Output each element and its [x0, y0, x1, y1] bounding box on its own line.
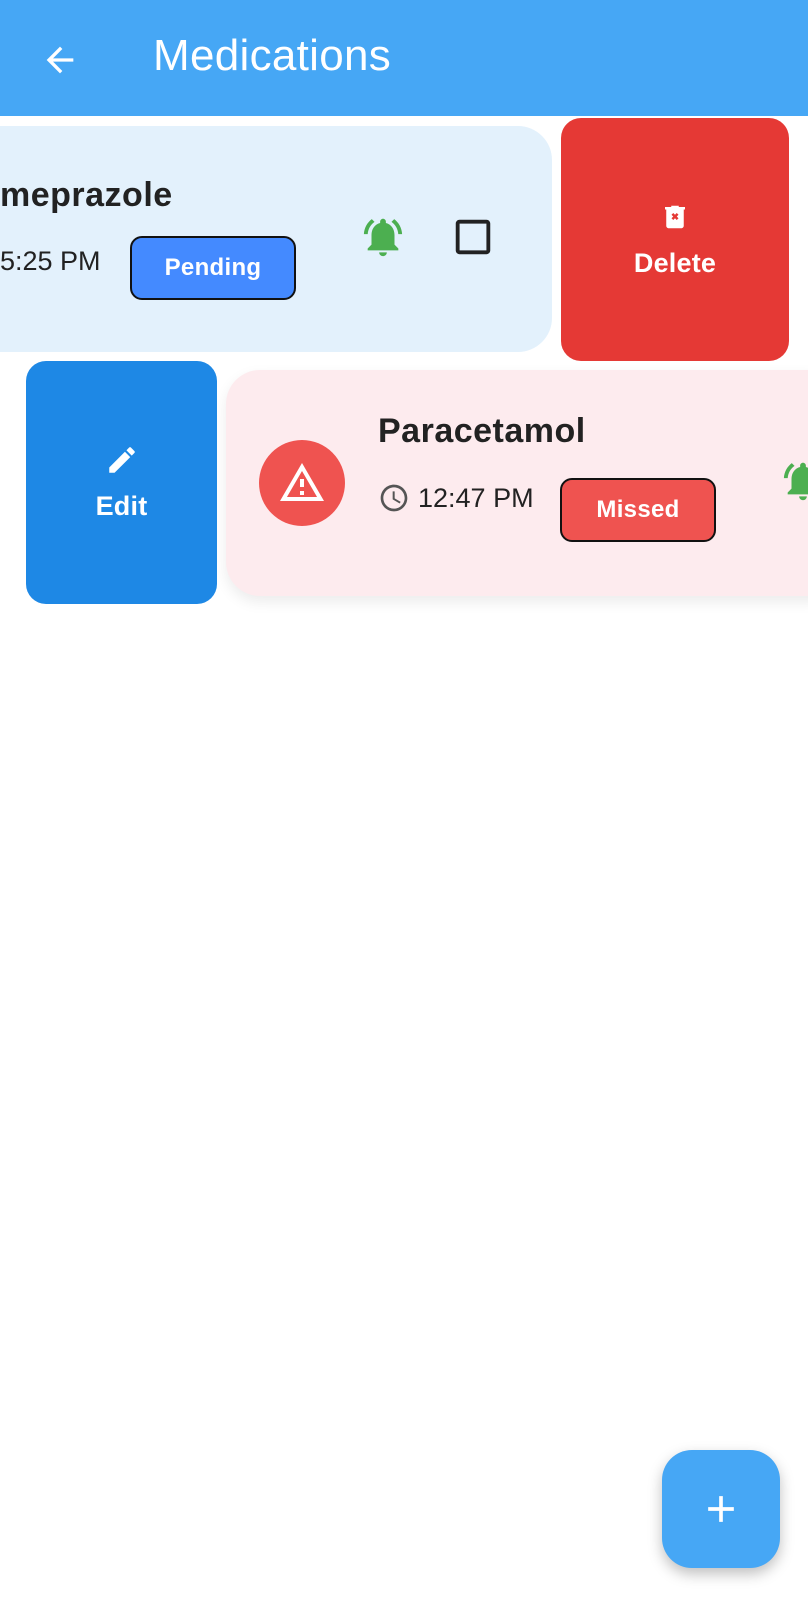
warning-icon — [280, 463, 324, 501]
page-title: Medications — [153, 31, 392, 80]
medication-name: meprazole — [0, 176, 173, 214]
status-label: Pending — [164, 254, 262, 281]
checkbox-icon — [455, 219, 491, 255]
taken-checkbox[interactable] — [450, 214, 496, 260]
status-label: Missed — [596, 496, 680, 523]
delete-icon — [665, 205, 685, 229]
medication-card-pending[interactable]: meprazole 5:25 PM Pending — [0, 126, 552, 352]
edit-action-label: Edit — [95, 491, 148, 521]
clock-icon — [380, 484, 408, 512]
alarm-bell-icon — [783, 462, 808, 501]
medication-card-missed[interactable]: Paracetamol 12:47 PM Missed — [226, 370, 808, 596]
alarm-toggle-button[interactable] — [778, 456, 808, 506]
edit-action-button[interactable]: Edit — [26, 361, 217, 604]
add-icon — [708, 1496, 734, 1522]
medication-time: 12:47 PM — [418, 482, 534, 513]
edit-icon — [108, 447, 135, 473]
medications-screen: Medications Delete meprazole 5:25 PM Pen… — [0, 0, 808, 1600]
delete-action-label: Delete — [633, 248, 717, 278]
add-medication-button[interactable] — [662, 1450, 780, 1568]
missed-status-avatar — [259, 440, 345, 526]
delete-action-button[interactable]: Delete — [561, 118, 789, 361]
status-badge: Pending — [130, 236, 296, 300]
status-badge: Missed — [560, 478, 716, 542]
alarm-bell-icon — [363, 218, 403, 257]
alarm-toggle-button[interactable] — [358, 212, 408, 262]
medication-time: 5:25 PM — [0, 246, 101, 276]
back-button[interactable] — [30, 30, 90, 90]
medication-time-row: 12:47 PM — [378, 482, 534, 514]
app-bar: Medications — [0, 0, 808, 116]
arrow-back-icon — [46, 46, 74, 74]
medication-name: Paracetamol — [378, 412, 586, 450]
